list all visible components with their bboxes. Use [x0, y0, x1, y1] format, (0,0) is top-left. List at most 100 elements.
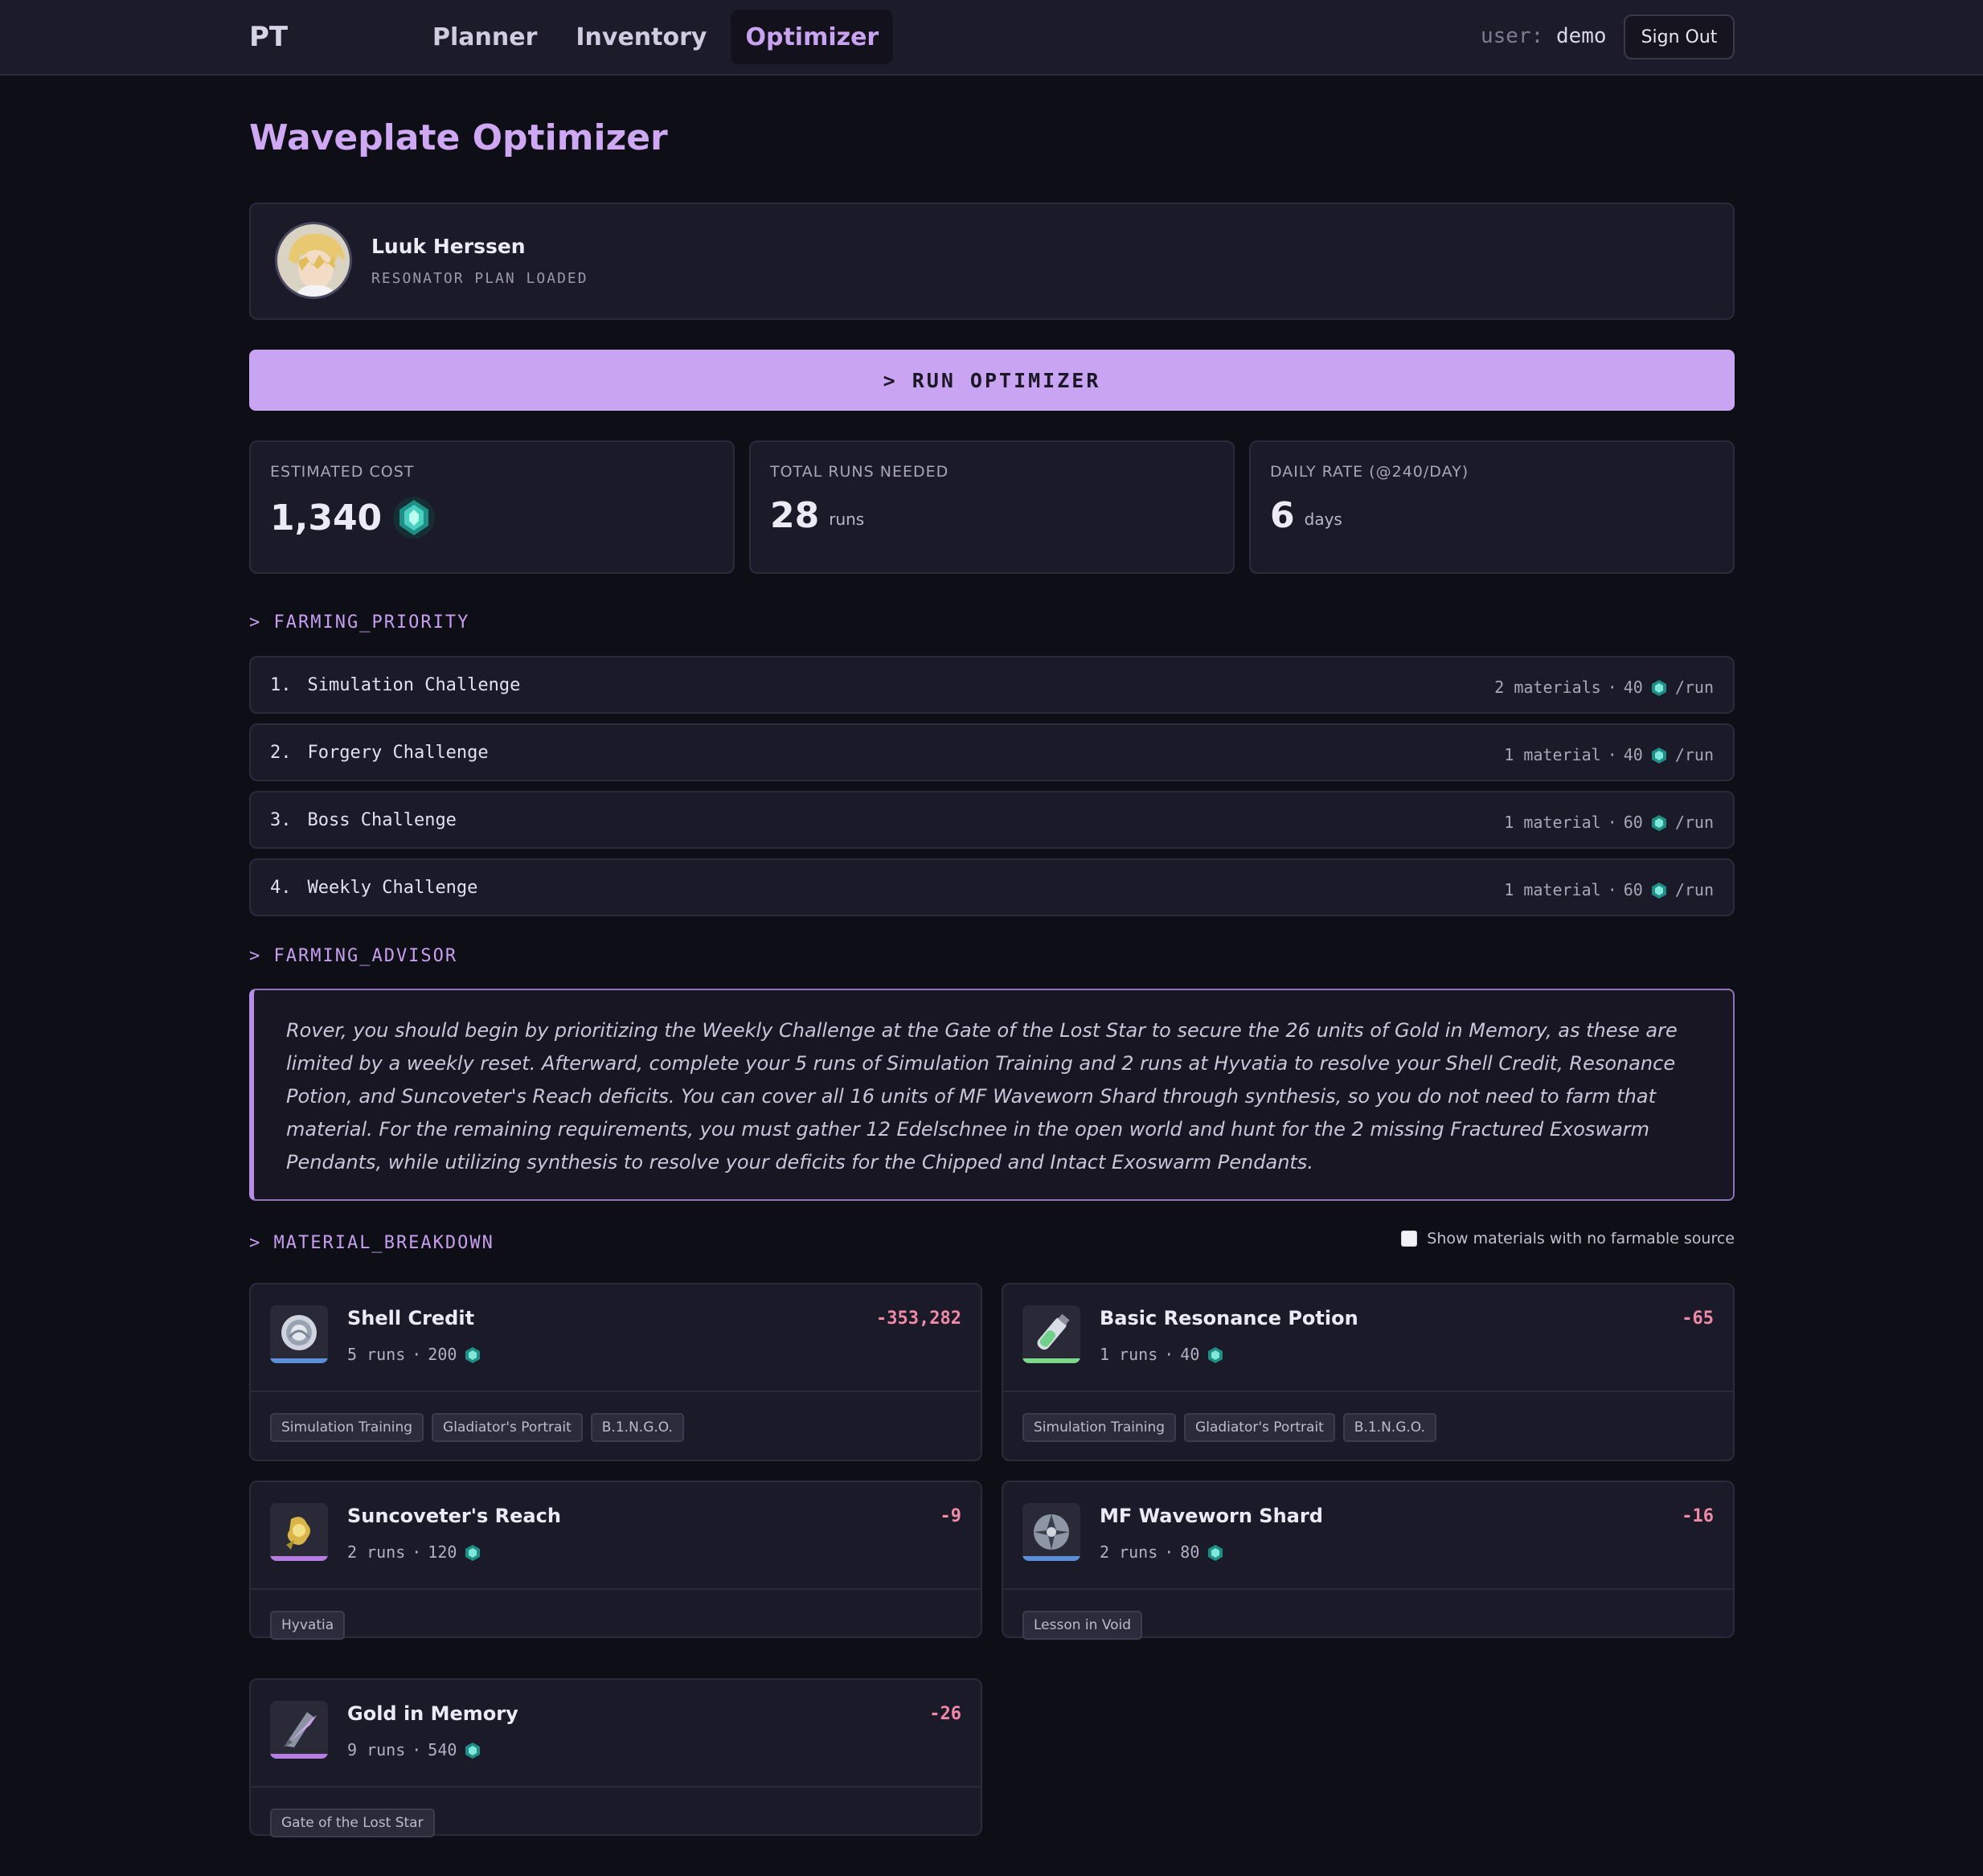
- waveplate-icon: [391, 495, 436, 540]
- priority-number: 1.: [270, 675, 292, 695]
- divider: [251, 1588, 981, 1590]
- source-tags: Lesson in Void: [1022, 1611, 1143, 1640]
- priority-number: 4.: [270, 878, 292, 898]
- material-cost: 40: [1180, 1344, 1200, 1364]
- priority-materials: 1 material: [1504, 744, 1601, 764]
- priority-row-title: 3. Boss Challenge: [270, 810, 457, 830]
- material-deficit: -9: [940, 1506, 962, 1526]
- main-nav: Planner Inventory Optimizer: [418, 10, 894, 64]
- priority-per: /run: [1674, 677, 1714, 697]
- rarity-bar: [270, 1754, 328, 1759]
- nav-inventory[interactable]: Inventory: [561, 10, 721, 64]
- sign-out-button[interactable]: Sign Out: [1624, 14, 1735, 59]
- material-name: Basic Resonance Potion: [1100, 1307, 1358, 1329]
- page-title: Waveplate Optimizer: [249, 117, 668, 158]
- user-indicator: user: demo: [1481, 24, 1607, 48]
- waveplate-icon: [1649, 677, 1669, 698]
- estimated-cost-value: 1,340: [270, 497, 383, 539]
- priority-name: Forgery Challenge: [307, 743, 489, 763]
- source-tag[interactable]: Hyvatia: [270, 1611, 346, 1640]
- material-runs: 9 runs: [347, 1739, 406, 1759]
- material-name: Shell Credit: [347, 1307, 475, 1329]
- source-tag[interactable]: Simulation Training: [270, 1413, 424, 1442]
- source-tag[interactable]: Gate of the Lost Star: [270, 1808, 435, 1837]
- priority-row: 2. Forgery Challenge 1 material · 40 /run: [249, 723, 1735, 781]
- priority-row-meta: 1 material · 60 /run: [1504, 879, 1714, 900]
- user-key: user:: [1481, 24, 1544, 48]
- resonator-avatar[interactable]: [275, 222, 352, 299]
- stat-value: 28 runs: [770, 495, 864, 536]
- priority-row: 4. Weekly Challenge 1 material · 60 /run: [249, 858, 1735, 916]
- priority-name: Simulation Challenge: [307, 675, 521, 695]
- source-tags: Simulation Training Gladiator's Portrait…: [1022, 1413, 1436, 1442]
- gold-in-memory-icon: [270, 1701, 328, 1759]
- priority-per: /run: [1674, 879, 1714, 899]
- priority-row-title: 2. Forgery Challenge: [270, 743, 489, 763]
- material-name: MF Waveworn Shard: [1100, 1505, 1323, 1527]
- waveplate-icon: [1649, 879, 1669, 900]
- source-tag[interactable]: B.1.N.G.O.: [1342, 1413, 1436, 1442]
- divider: [1003, 1391, 1733, 1392]
- waveplate-icon: [1206, 1344, 1225, 1365]
- waveplate-icon: [1649, 744, 1669, 765]
- material-deficit: -26: [929, 1704, 961, 1724]
- source-tags: Simulation Training Gladiator's Portrait…: [270, 1413, 684, 1442]
- total-runs-unit: runs: [829, 509, 865, 529]
- material-deficit: -16: [1682, 1506, 1714, 1526]
- priority-row-meta: 1 material · 60 /run: [1504, 812, 1714, 833]
- priority-row-meta: 2 materials · 40 /run: [1494, 677, 1714, 698]
- stat-daily-rate: DAILY RATE (@240/DAY) 6 days: [1249, 440, 1735, 574]
- rarity-bar: [1022, 1358, 1080, 1363]
- total-runs-value: 28: [770, 495, 820, 536]
- rarity-bar: [270, 1358, 328, 1363]
- waveworn-shard-icon: [1022, 1503, 1080, 1561]
- source-tag[interactable]: Lesson in Void: [1022, 1611, 1143, 1640]
- nav-optimizer[interactable]: Optimizer: [731, 10, 894, 64]
- rarity-bar: [270, 1556, 328, 1561]
- nav-planner[interactable]: Planner: [418, 10, 551, 64]
- daily-rate-value: 6: [1270, 495, 1295, 536]
- material-meta: 9 runs · 540: [347, 1739, 482, 1760]
- priority-cost: 40: [1623, 677, 1643, 697]
- material-cost: 540: [428, 1739, 457, 1759]
- waveplate-icon: [1649, 812, 1669, 833]
- divider: [251, 1786, 981, 1788]
- no-source-checkbox[interactable]: [1401, 1231, 1418, 1247]
- priority-name: Boss Challenge: [307, 810, 457, 830]
- priority-materials: 2 materials: [1494, 677, 1601, 697]
- priority-row-meta: 1 material · 40 /run: [1504, 744, 1714, 765]
- user-name: demo: [1555, 24, 1607, 48]
- material-card-shell-credit: Shell Credit 5 runs · 200 -353,282 Simula…: [249, 1283, 982, 1461]
- priority-materials: 1 material: [1504, 879, 1601, 899]
- source-tag[interactable]: B.1.N.G.O.: [590, 1413, 684, 1442]
- priority-per: /run: [1674, 744, 1714, 764]
- app-logo[interactable]: PT: [249, 21, 288, 53]
- source-tags: Gate of the Lost Star: [270, 1808, 435, 1837]
- stat-total-runs: TOTAL RUNS NEEDED 28 runs: [749, 440, 1235, 574]
- material-cost: 200: [428, 1344, 457, 1364]
- stat-value: 1,340: [270, 495, 436, 540]
- resonance-potion-icon: [1022, 1305, 1080, 1363]
- no-source-toggle[interactable]: Show materials with no farmable source: [1401, 1230, 1735, 1247]
- priority-row-title: 4. Weekly Challenge: [270, 878, 477, 898]
- stat-label: TOTAL RUNS NEEDED: [770, 463, 949, 481]
- material-deficit: -353,282: [876, 1309, 961, 1329]
- rarity-bar: [1022, 1556, 1080, 1561]
- priority-row: 3. Boss Challenge 1 material · 60 /run: [249, 791, 1735, 849]
- priority-cost: 40: [1623, 744, 1643, 764]
- stat-estimated-cost: ESTIMATED COST 1,340: [249, 440, 735, 574]
- material-name: Gold in Memory: [347, 1702, 518, 1725]
- stat-label: DAILY RATE (@240/DAY): [1270, 463, 1469, 481]
- no-source-label: Show materials with no farmable source: [1427, 1230, 1735, 1247]
- material-runs: 2 runs: [347, 1542, 406, 1562]
- priority-name: Weekly Challenge: [307, 878, 478, 898]
- material-runs: 1 runs: [1100, 1344, 1158, 1364]
- run-optimizer-button[interactable]: > RUN OPTIMIZER: [249, 350, 1735, 411]
- source-tag[interactable]: Simulation Training: [1022, 1413, 1177, 1442]
- resonator-profile-card: Luuk Herssen RESONATOR PLAN LOADED: [249, 203, 1735, 320]
- material-name: Suncoveter's Reach: [347, 1505, 561, 1527]
- source-tag[interactable]: Gladiator's Portrait: [1184, 1413, 1335, 1442]
- suncoveters-reach-icon: [270, 1503, 328, 1561]
- source-tag[interactable]: Gladiator's Portrait: [432, 1413, 583, 1442]
- material-meta: 2 runs · 80: [1100, 1542, 1225, 1563]
